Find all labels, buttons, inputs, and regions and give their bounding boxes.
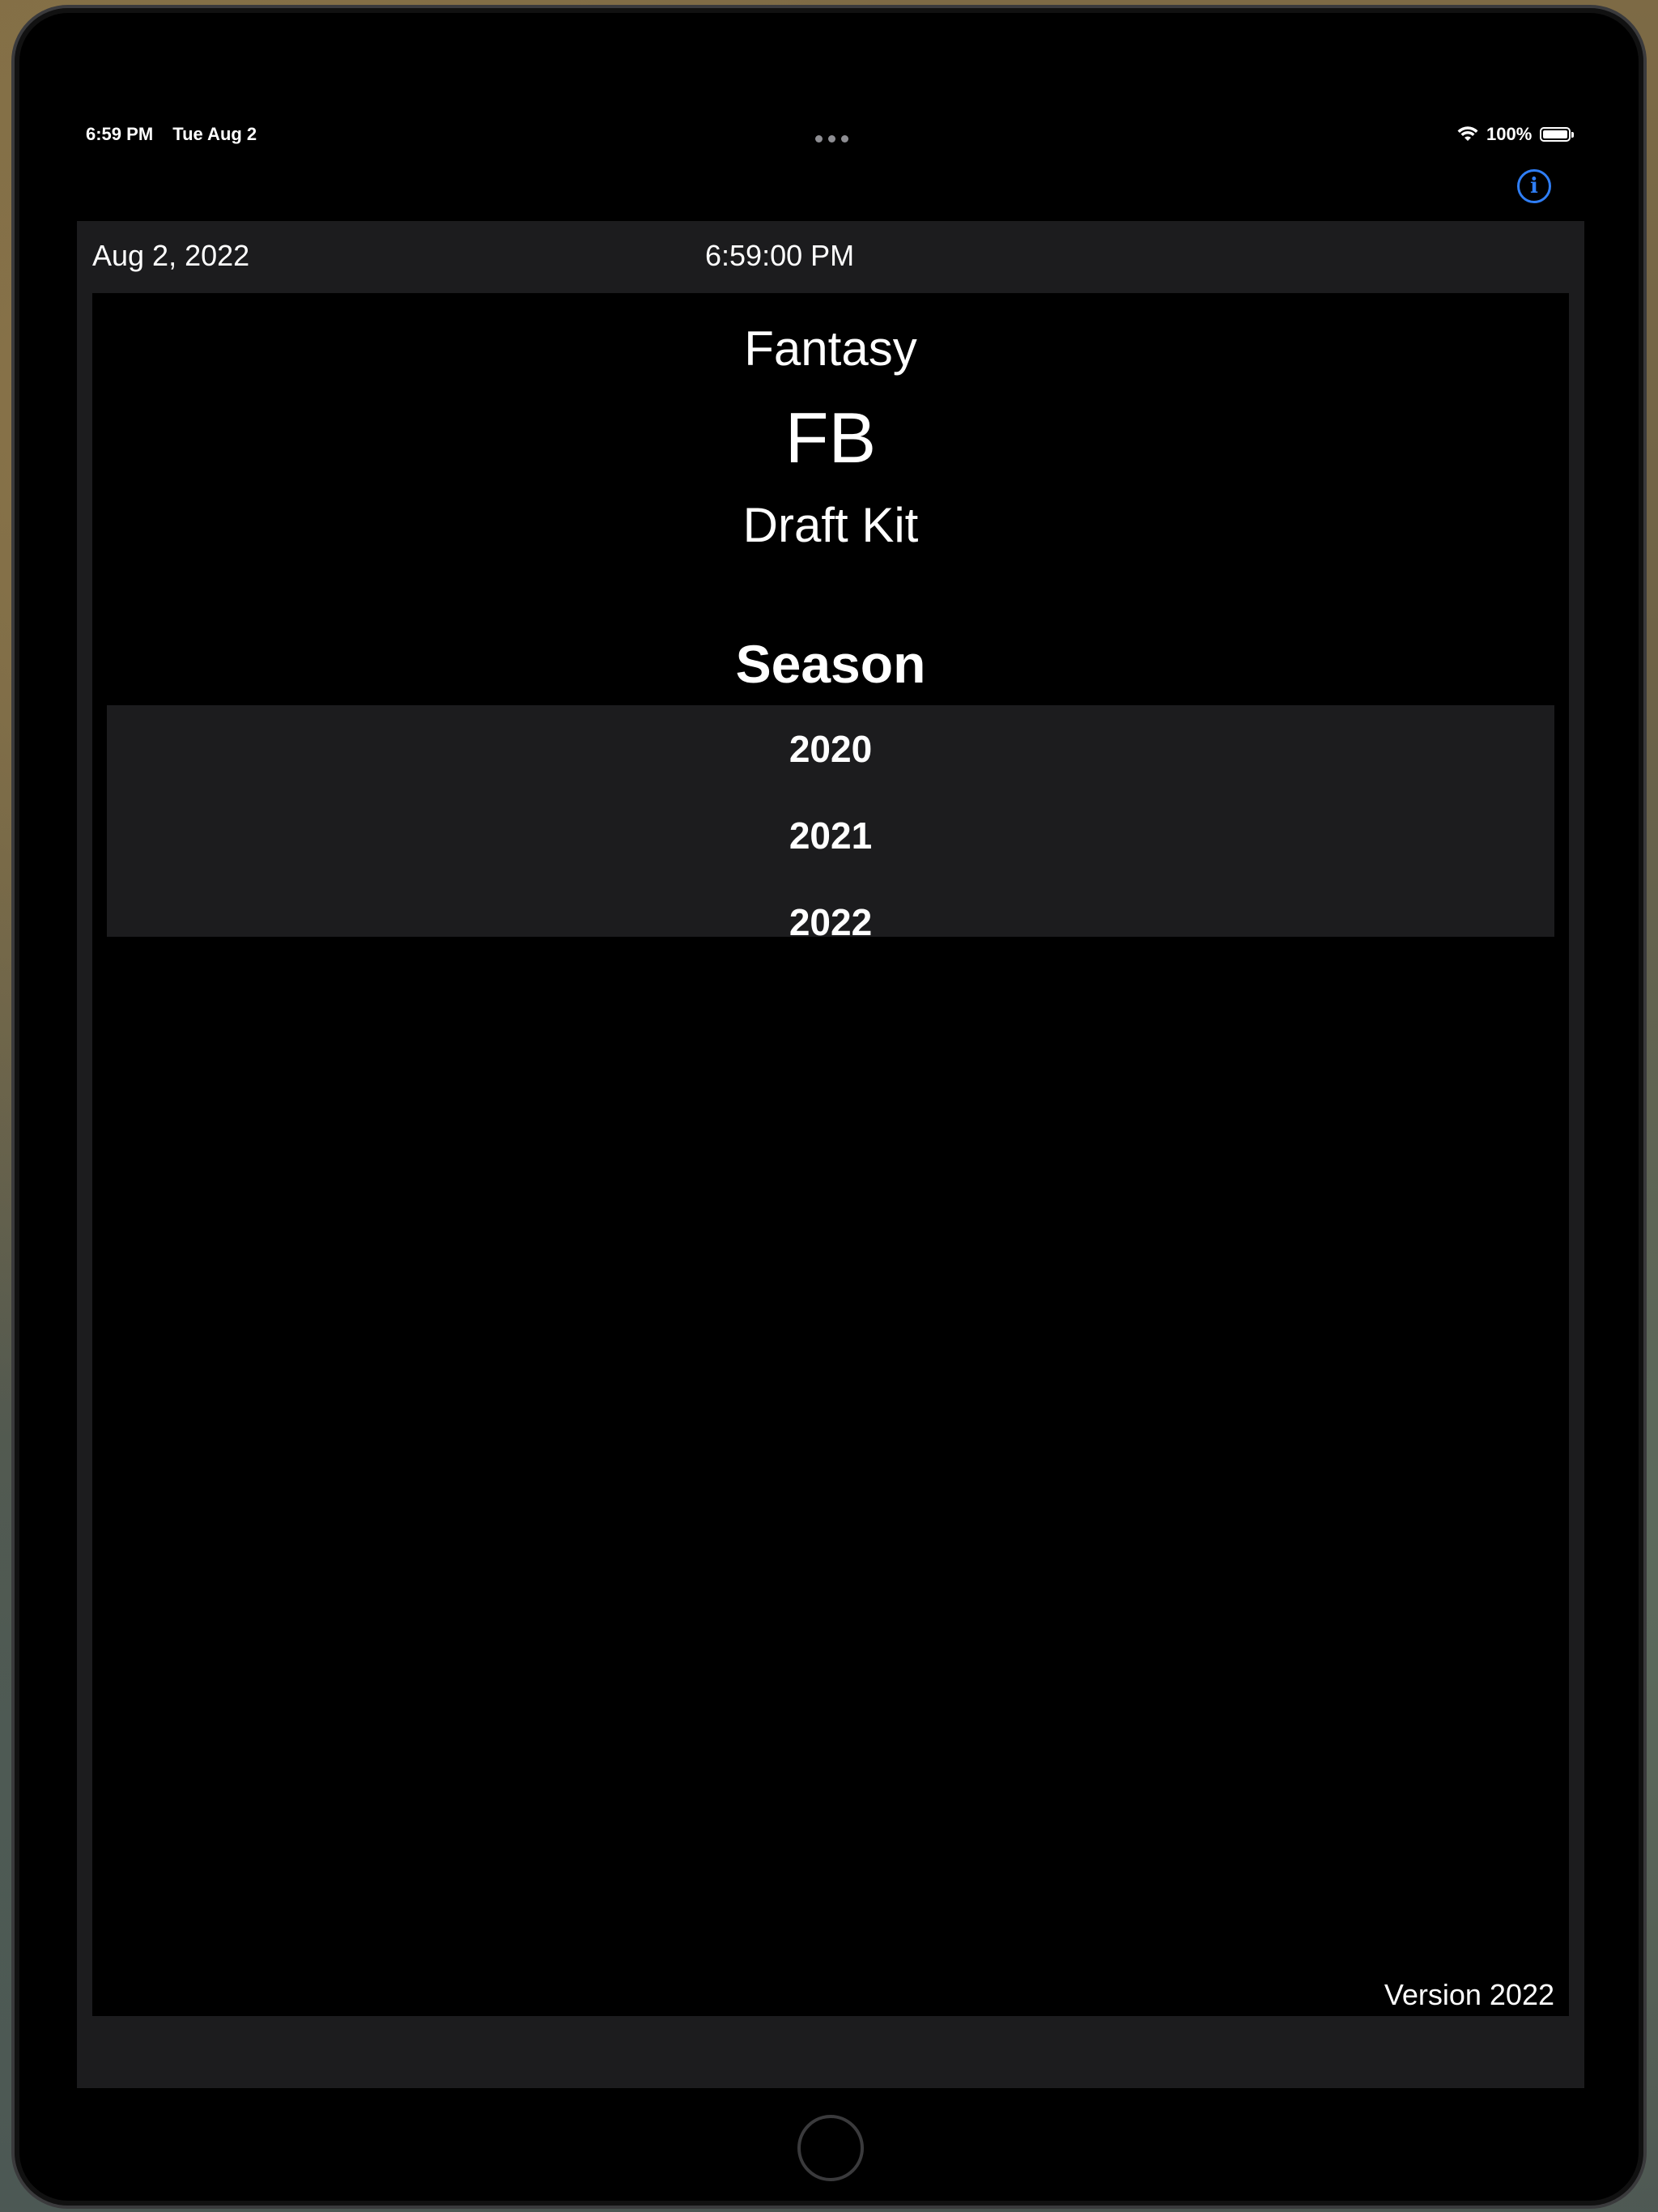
status-time: 6:59 PM (86, 124, 154, 144)
header-date: Aug 2, 2022 (92, 239, 250, 272)
info-icon[interactable]: i (1517, 169, 1551, 203)
app-title-line1: Fantasy (744, 321, 917, 376)
status-bar-right: 100% (1457, 124, 1575, 145)
app-title-line2: FB (784, 398, 877, 478)
season-option-2021[interactable]: 2021 (107, 792, 1554, 878)
status-bar-left: 6:59 PM Tue Aug 2 (86, 124, 271, 145)
season-label: Season (735, 634, 926, 694)
app-title-line3: Draft Kit (742, 498, 919, 552)
season-list[interactable]: 2020 2021 2022 (107, 705, 1554, 937)
header-time: 6:59:00 PM (705, 239, 855, 272)
main-panel: Aug 2, 2022 6:59:00 PM Fantasy FB Draft … (77, 221, 1584, 2088)
battery-percent: 100% (1486, 124, 1533, 144)
home-button[interactable] (797, 2115, 864, 2181)
multitasking-dots-icon[interactable] (815, 135, 848, 143)
status-date: Tue Aug 2 (172, 124, 257, 144)
info-glyph: i (1530, 174, 1538, 198)
content-area: Fantasy FB Draft Kit Season 2020 2021 20… (92, 293, 1569, 2016)
battery-icon (1540, 127, 1575, 142)
wifi-icon (1457, 126, 1478, 141)
season-option-2020[interactable]: 2020 (107, 705, 1554, 792)
version-label: Version 2022 (1384, 1978, 1554, 2011)
season-option-2022[interactable]: 2022 (107, 878, 1554, 938)
